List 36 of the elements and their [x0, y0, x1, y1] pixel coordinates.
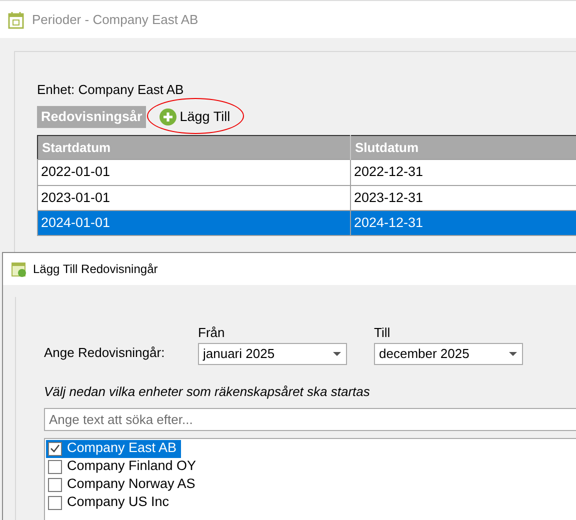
entity-label: Enhet: Company East AB: [37, 81, 185, 99]
calendar-icon: [11, 261, 27, 277]
checkbox[interactable]: [48, 478, 62, 492]
field-label: Till: [374, 324, 392, 342]
entity-list-item[interactable]: Company East AB: [46, 440, 181, 458]
section-label: Redovisningsår: [37, 106, 146, 128]
entity-list-item[interactable]: Company Finland OY: [46, 458, 200, 476]
table-cell: 2023-01-01: [38, 185, 350, 210]
table-cell: 2022-01-01: [38, 160, 350, 185]
to-dropdown[interactable]: december 2025: [374, 342, 523, 364]
table-cell: 2024-01-01: [38, 210, 350, 236]
table-cell: 2022-12-31: [350, 160, 576, 185]
period-label: Ange Redovisningår:: [44, 344, 166, 362]
checkbox[interactable]: [48, 442, 62, 456]
column-header: Startdatum: [38, 135, 350, 160]
instruction-text: Välj nedan vilka enheter som räkenskapsåret ska startas: [44, 383, 371, 401]
from-dropdown[interactable]: januari 2025: [198, 342, 347, 364]
caret-icon: [509, 352, 517, 356]
caret-icon: [333, 352, 341, 356]
add-button[interactable]: Lägg Till: [152, 107, 236, 128]
entity-list-item[interactable]: Company US Inc: [46, 494, 174, 512]
calendar-icon: [8, 10, 24, 28]
checkbox[interactable]: [48, 460, 62, 474]
table-row[interactable]: 2024-01-01 2024-12-31: [38, 210, 576, 236]
window-title: Perioder - Company East AB: [32, 10, 198, 29]
dialog-title: Lägg Till Redovisningår: [33, 261, 158, 278]
entity-list-item[interactable]: Company Norway AS: [46, 476, 200, 494]
checkbox[interactable]: [48, 496, 62, 510]
field-label: Från: [198, 324, 226, 342]
column-header: Slutdatum: [350, 135, 576, 160]
table-cell: 2023-12-31: [350, 185, 576, 210]
table-cell: 2024-12-31: [350, 210, 576, 236]
table-row[interactable]: 2022-01-01 2022-12-31: [38, 160, 576, 185]
search-field[interactable]: Ange text att söka efter...: [44, 408, 576, 431]
table-row[interactable]: 2023-01-01 2023-12-31: [38, 185, 576, 210]
plus-circle-icon: [158, 108, 177, 126]
